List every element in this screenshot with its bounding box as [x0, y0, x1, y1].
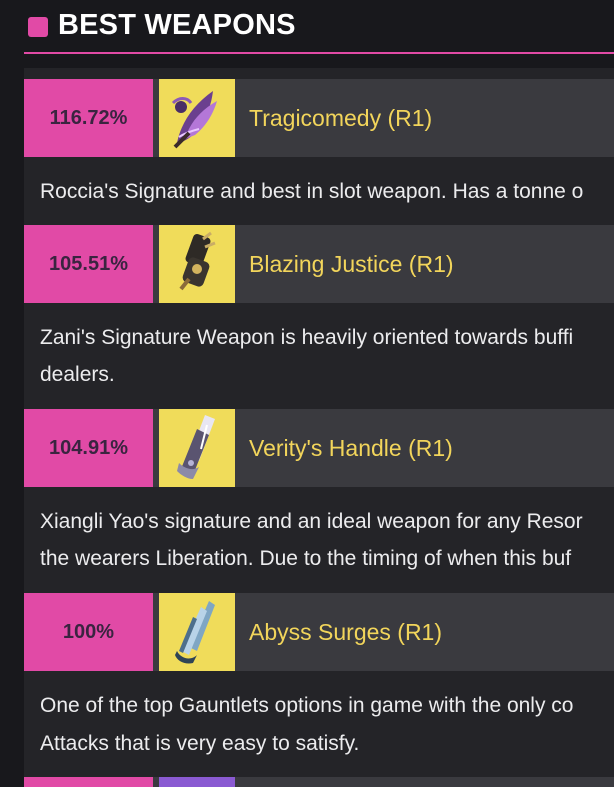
weapon-name[interactable]: Verity's Handle (R1) [249, 409, 453, 487]
weapon-description-line-1: One of the top Gauntlets options in game… [40, 694, 574, 717]
weapon-row-tragicomedy[interactable]: 116.72% Tragicomedy (R1) [24, 79, 614, 157]
header-square-icon [28, 17, 48, 37]
section-title: BEST WEAPONS [58, 9, 296, 41]
weapon-score: 104.91% [24, 409, 153, 487]
weapon-description-line-1: Zani's Signature Weapon is heavily orien… [40, 326, 574, 349]
weapon-score: 100% [24, 593, 153, 671]
weapon-row-veritys-handle[interactable]: 104.91% Verity's Handle (R1) [24, 409, 614, 487]
weapon-score: 116.72% [24, 79, 153, 157]
section-header: BEST WEAPONS [24, 0, 614, 54]
weapon-icon-partial [159, 777, 235, 787]
weapon-name[interactable]: Abyss Surges (R1) [249, 593, 442, 671]
page: BEST WEAPONS 116.72% Tragicomedy (R1) Ro… [0, 0, 614, 787]
weapon-description-line-2: Attacks that is very easy to satisfy. [40, 732, 360, 755]
blazing-justice-weapon-icon [159, 225, 235, 303]
weapon-description: Roccia's Signature and best in slot weap… [40, 180, 584, 203]
weapon-row-partial[interactable] [24, 777, 614, 787]
veritys-handle-weapon-icon [159, 409, 235, 487]
weapon-description-line-2: the wearers Liberation. Due to the timin… [40, 547, 572, 570]
weapon-row-blazing-justice[interactable]: 105.51% Blazing Justice (R1) [24, 225, 614, 303]
weapon-score-partial [24, 777, 153, 787]
abyss-surges-weapon-icon [159, 593, 235, 671]
weapon-description-line-1: Xiangli Yao's signature and an ideal wea… [40, 510, 583, 533]
weapon-score: 105.51% [24, 225, 153, 303]
tragicomedy-weapon-icon [159, 79, 235, 157]
weapon-row-abyss-surges[interactable]: 100% Abyss Surges (R1) [24, 593, 614, 671]
weapon-name[interactable]: Blazing Justice (R1) [249, 225, 454, 303]
weapon-name[interactable]: Tragicomedy (R1) [249, 79, 432, 157]
weapon-description-line-2: dealers. [40, 363, 115, 386]
